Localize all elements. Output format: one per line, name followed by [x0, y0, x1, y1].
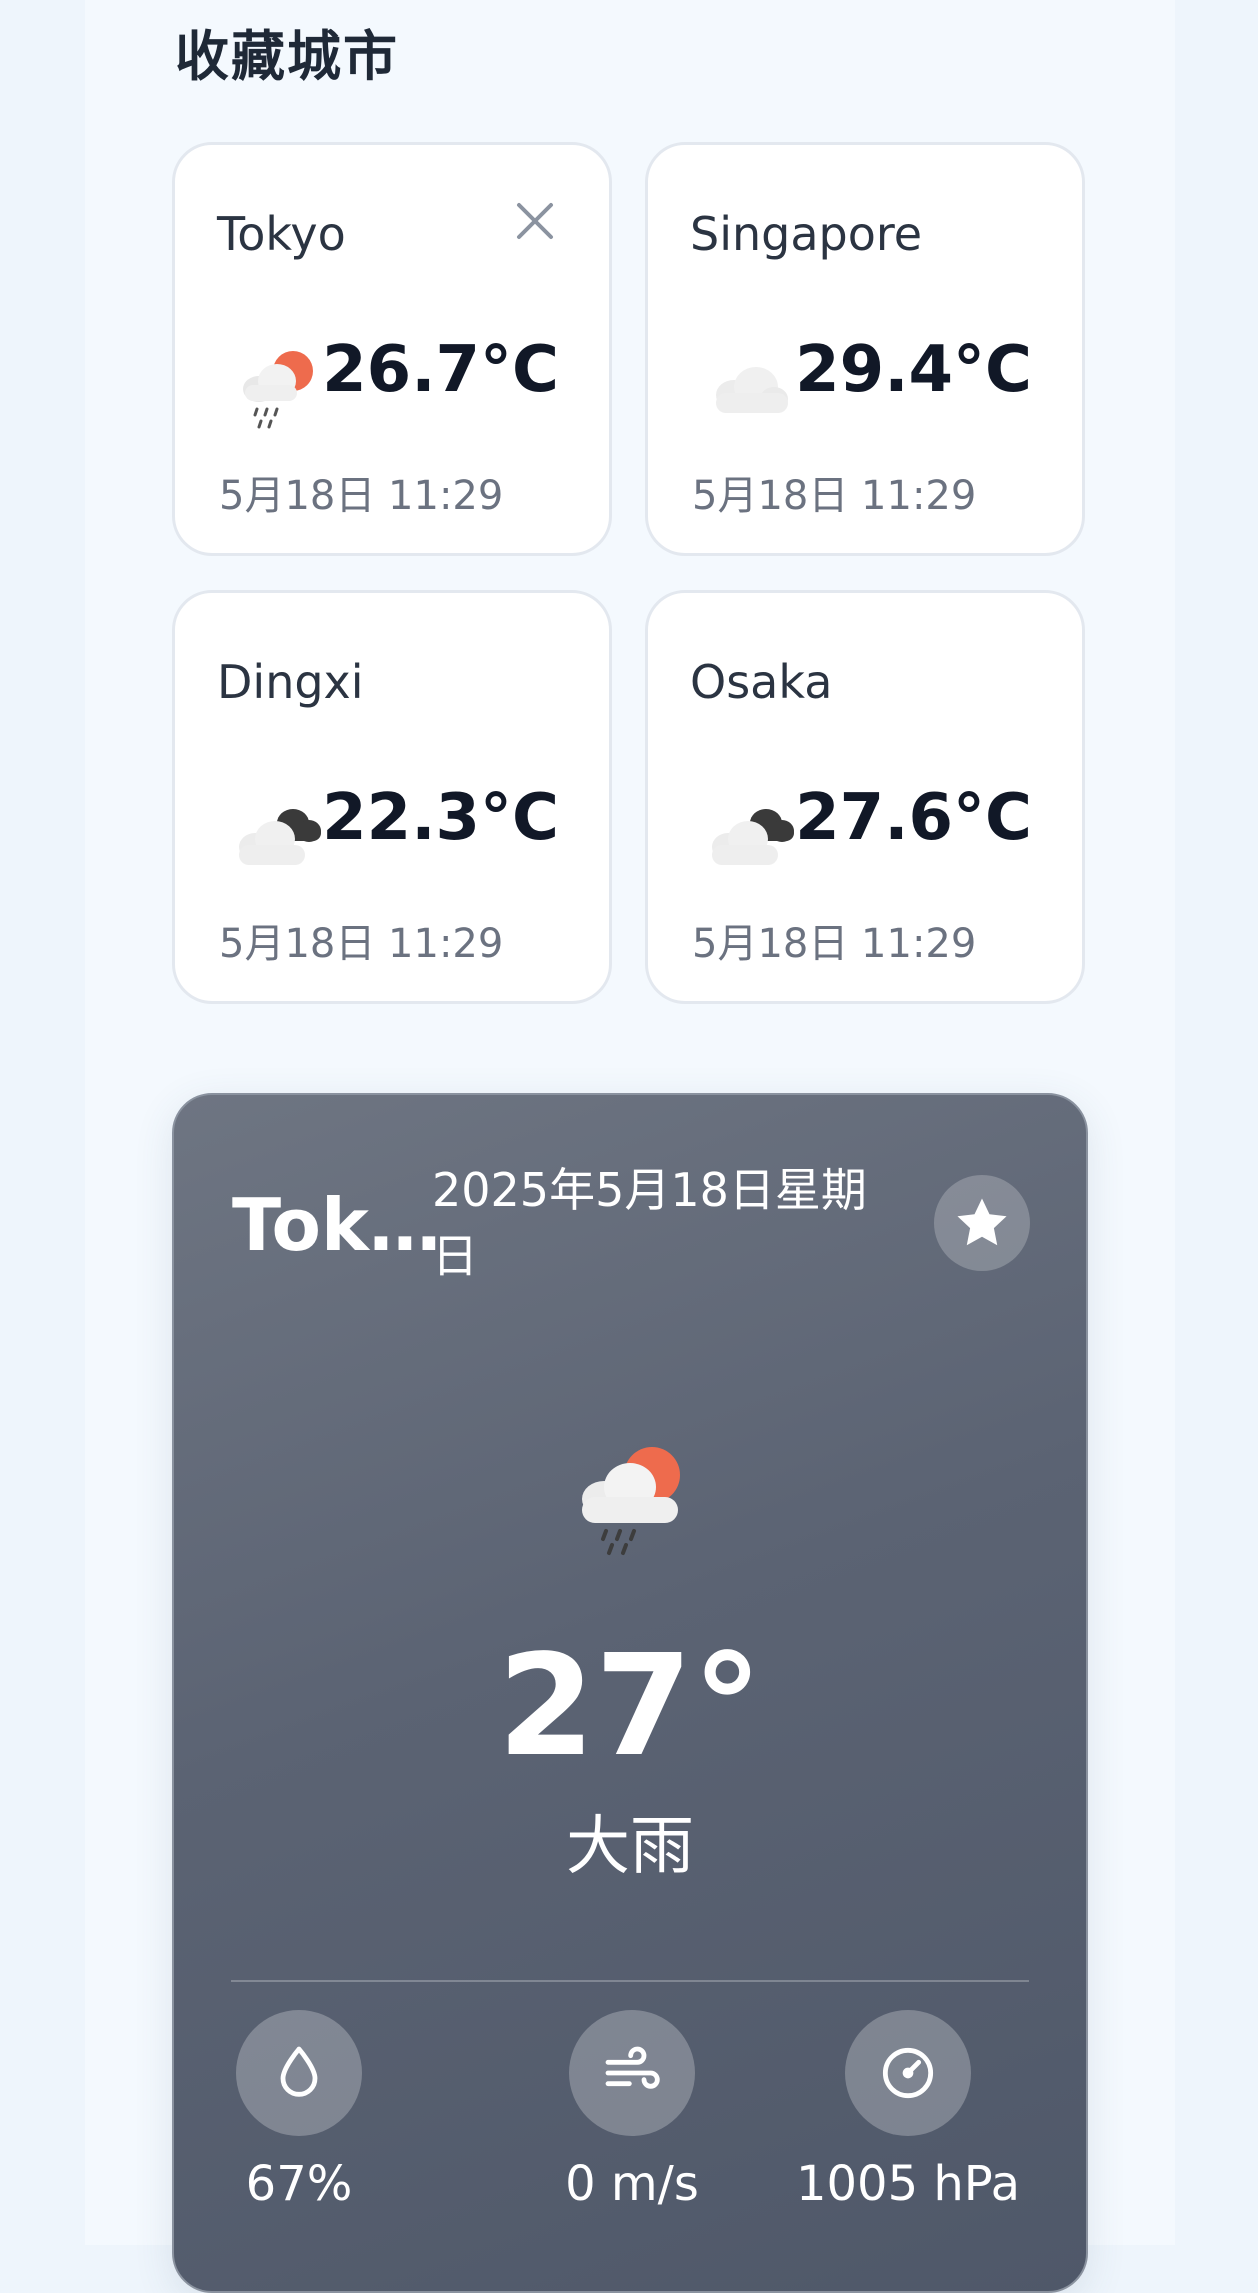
droplet-icon	[280, 2046, 318, 2097]
cloud-dark-cloud-icon	[239, 809, 321, 865]
favorite-card-osaka[interactable]: Osaka 27.6°C 5月18日 11:29	[645, 590, 1085, 1004]
star-icon	[957, 1198, 1007, 1246]
favorite-card-singapore[interactable]: Singapore 29.4°C 5月18日 11:29	[645, 142, 1085, 556]
favorites-title: 收藏城市	[175, 25, 399, 88]
favorite-update-time: 5月18日 11:29	[219, 921, 504, 967]
rain-sun-icon	[243, 351, 313, 429]
humidity-value: 67%	[245, 2156, 353, 2212]
wind-icon-circle	[569, 2010, 695, 2136]
favorite-city-name: Dingxi	[217, 655, 364, 709]
close-icon	[517, 203, 553, 239]
cloud-dark-cloud-icon	[712, 809, 794, 865]
pressure-stat: 1005 hPa	[778, 2010, 1038, 2212]
current-temperature: 27°	[497, 1625, 763, 1788]
favorite-card-tokyo[interactable]: Tokyo 26.7°C 5月18日 11:29	[172, 142, 612, 556]
favorite-temperature: 26.7°C	[322, 333, 559, 407]
remove-favorite-button[interactable]	[509, 195, 561, 247]
favorite-city-name: Tokyo	[217, 207, 346, 261]
current-city-name: Tok…	[232, 1183, 441, 1267]
wind-value: 0 m/s	[565, 2156, 699, 2212]
favorite-temperature: 22.3°C	[322, 781, 559, 855]
pressure-icon-circle	[845, 2010, 971, 2136]
wind-stat: 0 m/s	[502, 2010, 762, 2212]
favorite-card-dingxi[interactable]: Dingxi 22.3°C 5月18日 11:29	[172, 590, 612, 1004]
current-weather-card: Tok… 2025年5月18日星期日 27° 大雨 67% 0 m/s 1005…	[172, 1093, 1088, 2293]
gauge-icon	[882, 2047, 934, 2099]
current-condition: 大雨	[566, 1810, 694, 1884]
favorite-update-time: 5月18日 11:29	[692, 473, 977, 519]
favorite-toggle-button[interactable]	[934, 1175, 1030, 1271]
favorite-temperature: 29.4°C	[795, 333, 1032, 407]
pressure-value: 1005 hPa	[795, 2156, 1021, 2212]
rain-sun-icon	[582, 1447, 680, 1555]
divider	[231, 1980, 1029, 1982]
favorite-update-time: 5月18日 11:29	[692, 921, 977, 967]
humidity-stat: 67%	[169, 2010, 429, 2212]
favorite-city-name: Singapore	[690, 207, 923, 261]
favorite-city-name: Osaka	[690, 655, 833, 709]
cloud-icon	[716, 367, 788, 413]
current-date: 2025年5月18日星期日	[432, 1163, 867, 1283]
humidity-icon-circle	[236, 2010, 362, 2136]
favorite-update-time: 5月18日 11:29	[219, 473, 504, 519]
favorite-temperature: 27.6°C	[795, 781, 1032, 855]
wind-icon	[605, 2046, 660, 2089]
